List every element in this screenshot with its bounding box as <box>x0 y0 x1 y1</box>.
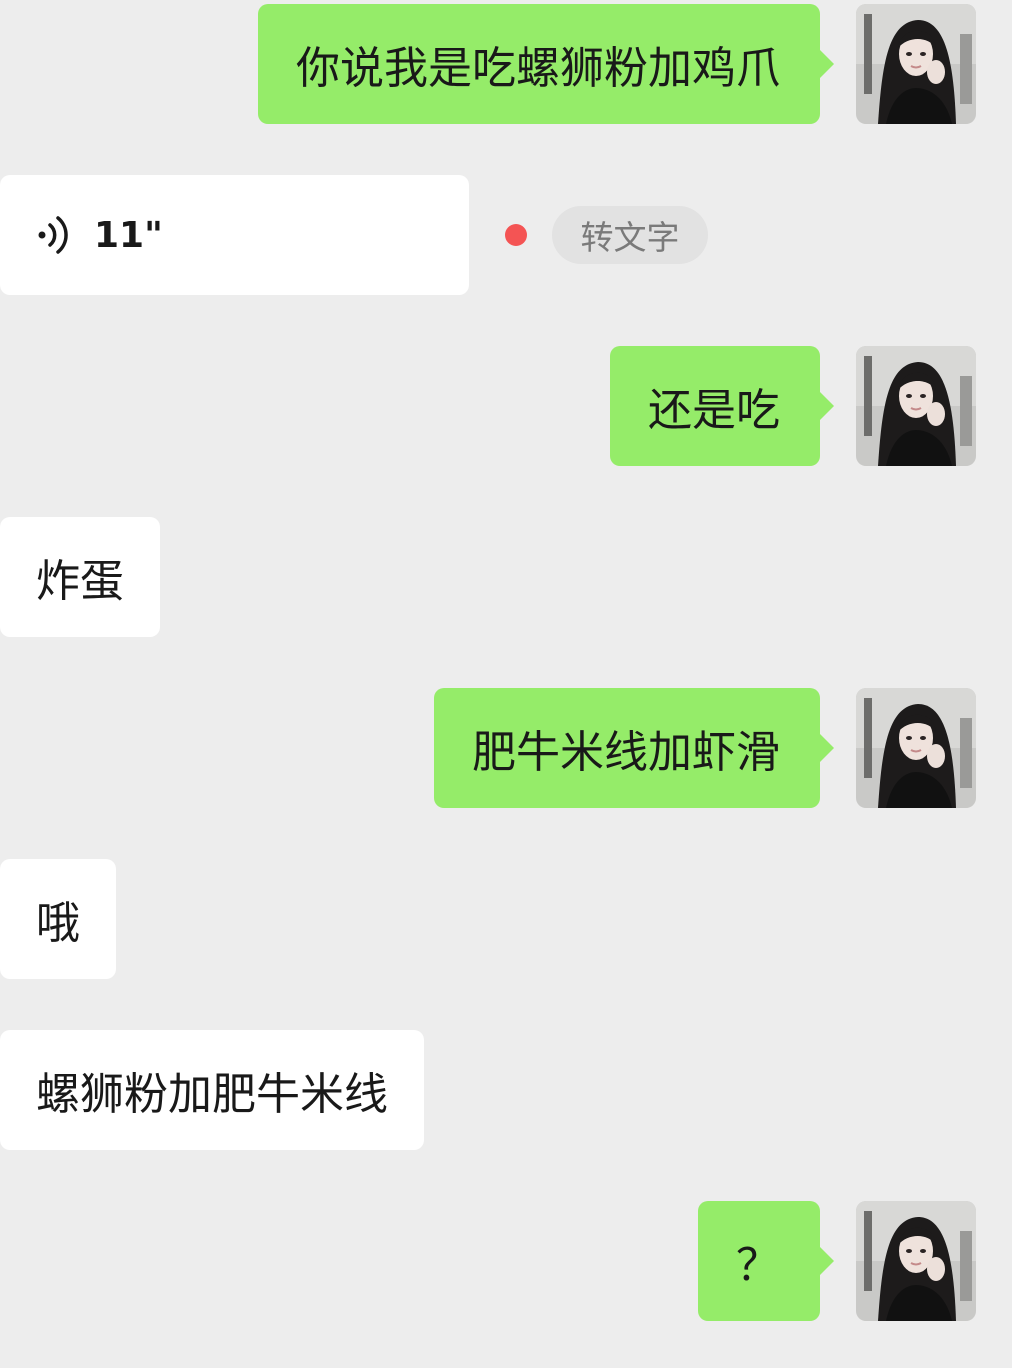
message-bubble-outgoing[interactable]: 还是吃 <box>610 346 834 466</box>
unread-dot <box>505 224 527 246</box>
message-text: 还是吃 <box>648 385 780 436</box>
message-text: 你说我是吃螺狮粉加鸡爪 <box>296 43 780 94</box>
voice-wave-icon <box>36 215 72 255</box>
message-bubble-outgoing[interactable]: ？ <box>698 1201 834 1321</box>
avatar-photo-icon <box>856 4 976 124</box>
message-bubble-outgoing[interactable]: 肥牛米线加虾滑 <box>434 688 834 808</box>
message-bubble-incoming[interactable]: 哦 <box>0 859 116 979</box>
message-text: ？ <box>736 1240 780 1291</box>
sender-avatar[interactable] <box>856 1201 976 1321</box>
sender-avatar[interactable] <box>856 688 976 808</box>
convert-to-text-button[interactable]: 转文字 <box>552 206 708 264</box>
message-bubble-incoming[interactable]: 炸蛋 <box>0 517 160 637</box>
sender-avatar[interactable] <box>856 346 976 466</box>
message-text: 肥牛米线加虾滑 <box>472 727 780 778</box>
message-bubble-outgoing[interactable]: 你说我是吃螺狮粉加鸡爪 <box>258 4 834 124</box>
message-text: 螺狮粉加肥牛米线 <box>36 1069 388 1120</box>
avatar-photo-icon <box>856 1201 976 1321</box>
sender-avatar[interactable] <box>856 4 976 124</box>
avatar-photo-icon <box>856 688 976 808</box>
voice-message-bubble[interactable]: 11" <box>0 175 469 295</box>
avatar-photo-icon <box>856 346 976 466</box>
voice-duration: 11" <box>94 214 163 256</box>
message-text: 哦 <box>36 898 80 949</box>
message-bubble-incoming[interactable]: 螺狮粉加肥牛米线 <box>0 1030 424 1150</box>
message-text: 炸蛋 <box>36 556 124 607</box>
